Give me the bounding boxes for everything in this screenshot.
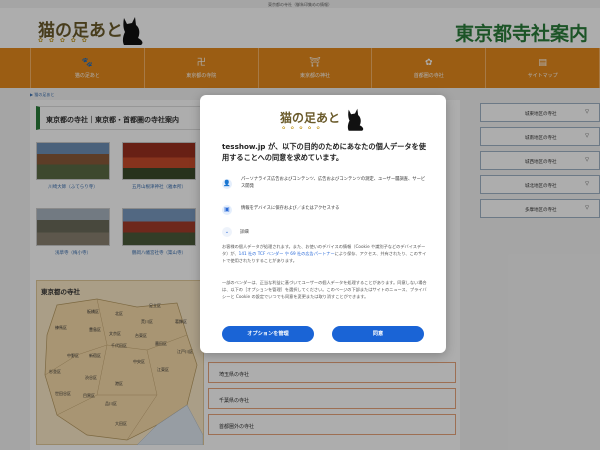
chevron-down-icon: ⌄ bbox=[222, 227, 232, 237]
manage-options-button[interactable]: オプションを管理 bbox=[222, 326, 314, 342]
cat-silhouette-icon bbox=[347, 108, 364, 131]
dialog-title: tesshow.jp が、以下の目的のためにあなたの個人データを使用することへの… bbox=[222, 142, 426, 162]
consent-dialog: 猫の足あと ✿ ✿ ✿ ✿ ✿ tesshow.jp が、以下の目的のためにあな… bbox=[200, 95, 446, 353]
person-icon: 👤 bbox=[222, 179, 232, 189]
paw-marks: ✿ ✿ ✿ ✿ ✿ bbox=[282, 125, 322, 130]
dialog-paragraph: お客様の個人データが処理されます。また、お使いのデバイスの情報（Cookie や… bbox=[222, 243, 427, 264]
details-label: 詳細 bbox=[240, 230, 249, 235]
consent-button[interactable]: 同意 bbox=[332, 326, 424, 342]
dialog-logo-text: 猫の足あと bbox=[280, 111, 341, 125]
dialog-paragraph: 一部のベンダーは、正当な利益に基づいてユーザーの個人データを処理することがありま… bbox=[222, 280, 427, 299]
purpose-item: ▣ 情報をデバイスに保存および／またはアクセスする bbox=[222, 203, 427, 219]
device-icon: ▣ bbox=[222, 205, 232, 215]
purpose-text: パーソナライズ広告およびコンテンツ、広告およびコンテンツの測定、ユーザー層調査、… bbox=[241, 177, 426, 189]
details-toggle[interactable]: ⌄ 詳細 bbox=[222, 227, 249, 237]
purpose-text: 情報をデバイスに保存および／またはアクセスする bbox=[241, 206, 340, 211]
purpose-item: 👤 パーソナライズ広告およびコンテンツ、広告およびコンテンツの測定、ユーザー層調… bbox=[222, 177, 427, 193]
dialog-logo: 猫の足あと ✿ ✿ ✿ ✿ ✿ bbox=[280, 105, 370, 135]
vendors-link[interactable]: 141 社の TCF ベンダー や 69 社の広告パートナー bbox=[239, 251, 335, 256]
